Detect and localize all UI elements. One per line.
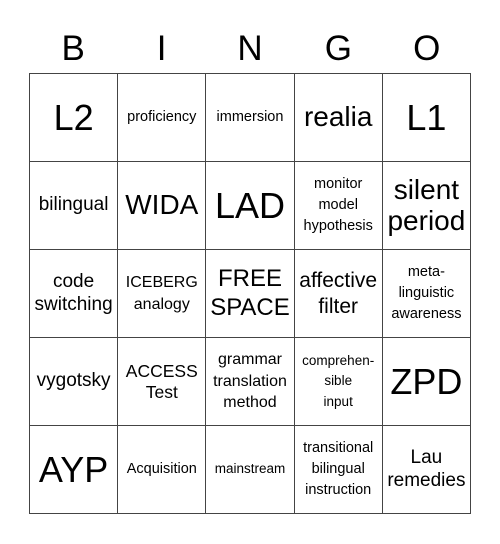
bingo-cell[interactable]: affective filter xyxy=(294,250,383,338)
header-letter-b: B xyxy=(61,29,85,68)
bingo-cell[interactable]: L2 xyxy=(30,74,119,162)
bingo-cell[interactable]: proficiency xyxy=(118,74,207,162)
bingo-cell[interactable]: mainstream xyxy=(206,426,295,514)
bingo-cell[interactable]: bilingual xyxy=(30,162,119,250)
bingo-cell[interactable]: AYP xyxy=(30,426,119,514)
bingo-cell[interactable]: WIDA xyxy=(118,162,207,250)
header-letter-o: O xyxy=(413,29,441,68)
free-space-cell[interactable]: FREE SPACE xyxy=(206,250,295,338)
header-letter-g: G xyxy=(324,29,352,68)
bingo-header: B I N G O xyxy=(29,24,471,74)
bingo-cell[interactable]: monitor model hypothesis xyxy=(294,162,383,250)
bingo-cell[interactable]: transitional bilingual instruction xyxy=(294,426,383,514)
bingo-cell[interactable]: Acquisition xyxy=(118,426,207,514)
bingo-cell[interactable]: L1 xyxy=(382,74,471,162)
bingo-cell[interactable]: silent period xyxy=(382,162,471,250)
header-letter-n: N xyxy=(237,29,263,68)
bingo-cell[interactable]: realia xyxy=(294,74,383,162)
bingo-cell[interactable]: grammar translation method xyxy=(206,338,295,426)
bingo-cell[interactable]: code switching xyxy=(30,250,119,338)
bingo-grid: L2 proficiency immersion realia L1 bilin… xyxy=(29,73,471,514)
bingo-cell[interactable]: ICEBERG analogy xyxy=(118,250,207,338)
bingo-cell[interactable]: ACCESS Test xyxy=(118,338,207,426)
bingo-cell[interactable]: immersion xyxy=(206,74,295,162)
bingo-cell[interactable]: meta- linguistic awareness xyxy=(382,250,471,338)
bingo-cell[interactable]: Lau remedies xyxy=(382,426,471,514)
bingo-cell[interactable]: comprehen- sible input xyxy=(294,338,383,426)
bingo-cell[interactable]: ZPD xyxy=(382,338,471,426)
bingo-cell[interactable]: vygotsky xyxy=(30,338,119,426)
header-letter-i: I xyxy=(156,29,167,68)
bingo-cell[interactable]: LAD xyxy=(206,162,295,250)
